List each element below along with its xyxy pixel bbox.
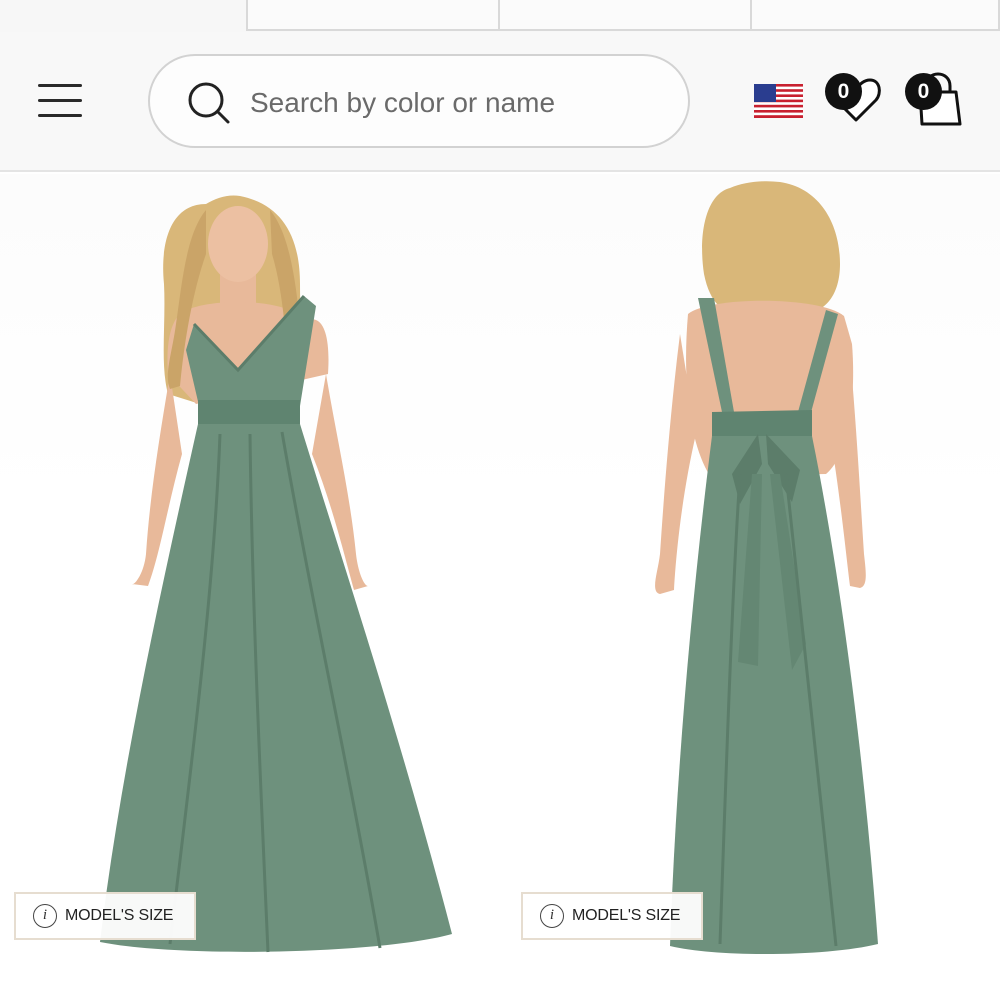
model-size-button[interactable]: i MODEL'S SIZE [521, 892, 703, 940]
tab-slot-3[interactable] [750, 0, 1000, 31]
dress-front-illustration [100, 195, 452, 953]
site-header: 0 0 [0, 32, 1000, 172]
cart-button[interactable]: 0 [902, 68, 966, 132]
search-bar[interactable] [148, 54, 690, 148]
model-size-button[interactable]: i MODEL'S SIZE [14, 892, 196, 940]
info-icon: i [540, 904, 564, 928]
model-size-label: MODEL'S SIZE [65, 907, 174, 924]
top-tab-strip [0, 0, 1000, 32]
product-image-front[interactable]: i MODEL'S SIZE [0, 174, 500, 1000]
info-icon: i [33, 904, 57, 928]
product-gallery: i MODEL'S SIZE i MODEL'S SIZE [0, 174, 1000, 1000]
search-input[interactable] [250, 80, 660, 126]
dress-back-illustration [655, 181, 878, 955]
hamburger-menu-icon[interactable] [36, 82, 84, 120]
wishlist-count-badge: 0 [825, 73, 862, 110]
tab-slot-1[interactable] [246, 0, 500, 31]
product-image-back[interactable]: i MODEL'S SIZE [500, 174, 1000, 1000]
tab-slot-2[interactable] [498, 0, 752, 31]
search-icon [188, 82, 230, 124]
us-flag-icon[interactable] [754, 84, 803, 118]
cart-count-badge: 0 [905, 73, 942, 110]
model-size-label: MODEL'S SIZE [572, 907, 681, 924]
wishlist-button[interactable]: 0 [822, 68, 884, 126]
